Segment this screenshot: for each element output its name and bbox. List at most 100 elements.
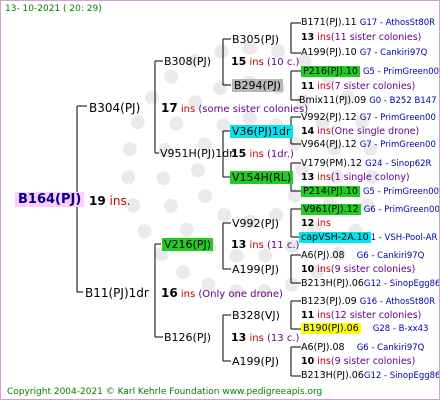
sire-ins-note: (some sister colonies) <box>198 104 309 115</box>
g4-ins-word: ins <box>317 81 331 92</box>
g4-row[interactable]: A199(PJ).10 G7 - Cankiri97Q <box>301 47 427 59</box>
g4-row[interactable]: P214(PJ).10 G5 - PrimGreen00 <box>301 186 439 198</box>
g4-ins-count: 10 <box>301 264 315 275</box>
g4-info: G6 - PrimGreen00 <box>363 205 440 215</box>
g2-ins-count: 13 <box>231 238 247 251</box>
g3-node[interactable]: V36(PJ)1dr <box>230 125 293 138</box>
g2-ins-note: (11 c.) <box>267 240 300 251</box>
g4-ins-row: 13 ins(1 single colony) <box>301 172 410 184</box>
g4-row[interactable]: V179(PM).12 G24 - Sinop62R <box>301 158 431 170</box>
g4-row[interactable]: P216(PJ).10 G5 - PrimGreen00 <box>301 66 439 78</box>
g4-ins-row: 14 ins(One single drone) <box>301 126 419 138</box>
g4-ins-count: 10 <box>301 356 315 367</box>
g4-info: G7 - PrimGreen00 <box>359 140 436 150</box>
g2-ins-note: (10 c.) <box>267 57 300 68</box>
g3-node[interactable]: B305(PJ) <box>232 34 279 46</box>
g4-row[interactable]: B213H(PJ).06G12 - SinopEgg86R <box>301 278 440 290</box>
dam-ins-count: 16 <box>161 286 178 300</box>
g4-row[interactable]: Bmix11(PJ).09 G0 - B252 B147 B <box>299 95 440 107</box>
g4-ins-word: ins <box>317 172 331 183</box>
g4-ins-row: 12 ins <box>301 218 331 230</box>
g4-label: B213H(PJ).06 <box>301 278 364 289</box>
g2-node[interactable]: B126(PJ) <box>164 332 211 344</box>
g3-node[interactable]: B328(VJ) <box>232 310 280 322</box>
root-ins-word: ins. <box>109 194 131 208</box>
g3-label: V36(PJ)1dr <box>230 125 293 138</box>
g4-row[interactable]: B190(PJ).06 G28 - B-xx43 <box>301 323 428 335</box>
g4-row[interactable]: capVSH-2A.10 1 - VSH-Pool-AR <box>299 232 437 244</box>
g4-label: V964(PJ).12 <box>301 139 357 150</box>
g3-node[interactable]: B294(PJ) <box>232 79 284 92</box>
g4-label: A6(PJ).08 <box>301 250 345 261</box>
g2-node[interactable]: V951H(PJ)1dr <box>160 148 234 160</box>
g3-label: B294(PJ) <box>232 79 284 92</box>
g4-row[interactable]: B123(PJ).09 G16 - AthosSt80R <box>301 296 435 308</box>
g4-ins-note: (12 sister colonies) <box>330 310 422 321</box>
g2-ins-note: (1dr.) <box>267 149 294 160</box>
g2-node[interactable]: B308(PJ) <box>164 56 211 68</box>
g4-row[interactable]: V992(PJ).12 G7 - PrimGreen00 <box>301 112 436 124</box>
g4-info: G24 - Sinop62R <box>365 159 432 169</box>
dam-ins: 16 ins (Only one drone) <box>161 287 283 301</box>
g4-ins-count: 14 <box>301 126 315 137</box>
g2-node[interactable]: V216(PJ) <box>162 238 213 251</box>
g4-info: 1 - VSH-Pool-AR <box>370 233 438 243</box>
g4-row[interactable]: B213H(PJ).06G12 - SinopEgg86R <box>301 370 439 382</box>
g4-info: G12 - SinopEgg86R <box>363 279 440 289</box>
g2-ins-word: ins <box>249 240 264 251</box>
g4-ins-word: ins <box>317 264 331 275</box>
root-ins: 19 ins. <box>89 195 131 207</box>
g4-ins-word: ins <box>317 126 331 137</box>
g4-label: P214(PJ).10 <box>301 186 360 197</box>
sire-ins-word: ins <box>180 104 196 115</box>
g4-label: B190(PJ).06 <box>301 323 361 334</box>
g4-info: G28 - B-xx43 <box>372 324 429 334</box>
g4-info: G7 - PrimGreen00 <box>359 113 436 123</box>
dam-node[interactable]: B11(PJ)1dr <box>85 287 149 299</box>
g4-row[interactable]: A6(PJ).08 G6 - Cankiri97Q <box>301 250 424 262</box>
g2-ins-note: (13 c.) <box>267 333 300 344</box>
g4-info: G16 - AthosSt80R <box>359 297 436 307</box>
g2-ins-word: ins <box>249 57 264 68</box>
g4-info: G17 - AthosSt80R <box>359 18 436 28</box>
g4-row[interactable]: B171(PJ).11 G17 - AthosSt80R <box>301 17 435 29</box>
g4-ins-word: ins <box>317 310 331 321</box>
g4-ins-note: (7 sister colonies) <box>330 81 416 92</box>
sire-ins-count: 17 <box>161 101 178 115</box>
g4-ins-row: 11 ins(7 sister colonies) <box>301 81 415 93</box>
root-ins-count: 19 <box>89 194 106 208</box>
g2-ins: 15 ins (10 c.) <box>231 56 299 69</box>
g4-label: Bmix11(PJ).09 <box>299 95 367 106</box>
g2-ins: 15 ins (1dr.) <box>231 148 294 161</box>
g3-node[interactable]: V154H(RL) <box>230 171 294 184</box>
g4-ins-count: 13 <box>301 172 315 183</box>
g4-ins-row: 13 ins(11 sister colonies) <box>301 32 421 44</box>
g4-ins-note: (1 single colony) <box>330 172 410 183</box>
g2-ins: 13 ins (13 c.) <box>231 332 299 345</box>
g4-label: B171(PJ).11 <box>301 17 357 28</box>
sire-node[interactable]: B304(PJ) <box>89 102 140 114</box>
g4-label: P216(PJ).10 <box>301 66 360 77</box>
g4-ins-count: 11 <box>301 81 315 92</box>
g3-label: V154H(RL) <box>230 171 294 184</box>
g4-row[interactable]: V964(PJ).12 G7 - PrimGreen00 <box>301 139 436 151</box>
g3-node[interactable]: A199(PJ) <box>232 264 279 276</box>
g4-ins-count: 12 <box>301 218 315 229</box>
g3-node[interactable]: V992(PJ) <box>232 218 279 230</box>
g3-node[interactable]: A199(PJ) <box>232 356 279 368</box>
g4-info: G5 - PrimGreen00 <box>362 67 440 77</box>
g2-ins: 13 ins (11 c.) <box>231 239 299 252</box>
g4-row[interactable]: A6(PJ).08 G6 - Cankiri97Q <box>301 342 424 354</box>
g4-label: capVSH-2A.10 <box>299 232 371 243</box>
g2-ins-count: 15 <box>231 55 247 68</box>
g4-ins-note: (One single drone) <box>330 126 420 137</box>
report-date: 13- 10-2021 ( 20: 29) <box>5 4 102 14</box>
g2-ins-word: ins <box>249 333 264 344</box>
root-node[interactable]: B164(PJ) <box>15 192 85 208</box>
g4-label: V961(PJ).12 <box>301 204 361 215</box>
g4-row[interactable]: V961(PJ).12 G6 - PrimGreen00 <box>301 204 440 216</box>
g4-label: A199(PJ).10 <box>301 47 357 58</box>
g4-info: G0 - B252 B147 B <box>369 96 440 106</box>
g4-ins-count: 13 <box>301 32 315 43</box>
copyright-footer: Copyright 2004-2021 © Karl Kehrle Founda… <box>7 387 323 397</box>
